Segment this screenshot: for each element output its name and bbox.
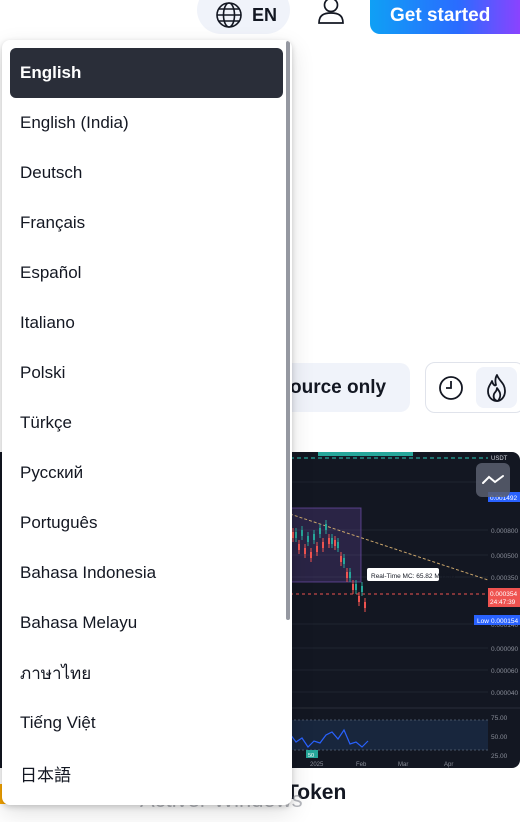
language-list: English English (India) Deutsch Français…	[10, 48, 283, 798]
time-tick: Apr	[444, 762, 453, 768]
language-option-turkce[interactable]: Türkçe	[10, 398, 283, 448]
language-option-english[interactable]: English	[10, 48, 283, 98]
language-option-italiano[interactable]: Italiano	[10, 298, 283, 348]
language-code: EN	[252, 4, 278, 25]
language-option-vietnamese[interactable]: Tiếng Việt	[10, 698, 283, 748]
candle-body	[319, 528, 321, 534]
rsi-tick: 75.00	[491, 715, 508, 722]
language-option-bahasa-indonesia[interactable]: Bahasa Indonesia	[10, 548, 283, 598]
low-label: Low	[477, 618, 489, 625]
sort-trending-button[interactable]	[476, 367, 517, 408]
candle-body	[361, 586, 363, 592]
chart-type-toggle-button[interactable]	[476, 463, 510, 497]
time-tick: Feb	[356, 762, 367, 768]
price-tick: 0.000040	[491, 690, 518, 697]
candle-body	[304, 548, 306, 554]
sort-toggle-group	[425, 362, 520, 413]
candle-body	[343, 558, 345, 564]
sort-recent-button[interactable]	[430, 367, 471, 408]
language-option-deutsch[interactable]: Deutsch	[10, 148, 283, 198]
candle-body	[313, 534, 315, 540]
candle-body	[337, 542, 339, 548]
language-selector-button[interactable]: EN	[197, 0, 290, 34]
language-option-polski[interactable]: Polski	[10, 348, 283, 398]
candle-body	[334, 540, 336, 546]
language-option-francais[interactable]: Français	[10, 198, 283, 248]
candle-body	[358, 596, 360, 602]
time-tick: Mar	[398, 762, 408, 768]
get-started-button[interactable]: Get started	[370, 0, 520, 34]
price-tick: 0.000090	[491, 646, 518, 653]
candle-body	[316, 546, 318, 552]
candle-body	[325, 524, 327, 530]
language-option-thai[interactable]: ภาษาไทย	[10, 648, 283, 698]
rsi-tick: 50.00	[491, 734, 508, 741]
user-icon[interactable]	[316, 0, 346, 26]
candle-body	[292, 532, 294, 538]
candle-body	[298, 544, 300, 550]
candle-body	[331, 538, 333, 544]
candle-body	[328, 538, 330, 544]
rsi-tick: 25.00	[491, 753, 508, 760]
language-option-english-india[interactable]: English (India)	[10, 98, 283, 148]
candle-body	[355, 584, 357, 590]
candle-body	[340, 556, 342, 562]
language-option-japanese[interactable]: 日本語	[10, 748, 283, 798]
globe-icon	[216, 2, 242, 28]
language-option-espanol[interactable]: Español	[10, 248, 283, 298]
language-dropdown: English English (India) Deutsch Français…	[2, 40, 292, 805]
language-option-portugues[interactable]: Português	[10, 498, 283, 548]
price-tick: 0.000800	[491, 528, 518, 535]
time-tick: 2025	[310, 762, 324, 768]
candle-body	[349, 572, 351, 578]
clock-icon	[438, 375, 463, 400]
currency-label: USDT	[491, 456, 508, 462]
fire-icon	[486, 373, 506, 402]
candle-body	[295, 532, 297, 538]
line-chart-icon	[482, 475, 504, 484]
dropdown-scrollbar[interactable]	[286, 41, 290, 620]
candle-body	[322, 542, 324, 548]
low-value: 0.000154	[491, 618, 518, 625]
price-tick: 0.000060	[491, 668, 518, 675]
language-option-russian[interactable]: Русский	[10, 448, 283, 498]
candle-body	[310, 552, 312, 558]
countdown-badge: 24:47:39	[490, 599, 516, 606]
candle-body	[346, 572, 348, 578]
candle-body	[364, 602, 366, 608]
chart-tooltip-text: Real-Time MC: 65.82 M USD	[371, 573, 456, 580]
candle-body	[301, 530, 303, 536]
candle-body	[352, 584, 354, 590]
current-price-badge: 0.000354	[490, 591, 517, 598]
candle-body	[307, 536, 309, 542]
price-tick: 0.000350	[491, 575, 518, 582]
rsi-value-label: 50	[308, 753, 314, 759]
price-tick: 0.000500	[491, 553, 518, 560]
language-option-bahasa-melayu[interactable]: Bahasa Melayu	[10, 598, 283, 648]
